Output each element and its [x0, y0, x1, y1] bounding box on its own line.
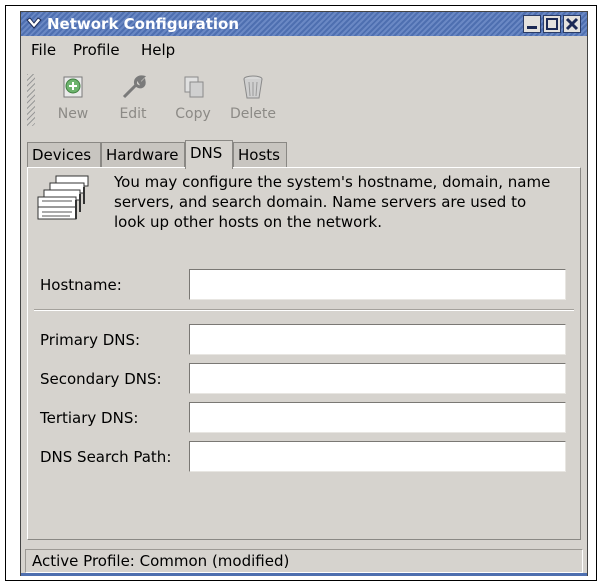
hostname-label: Hostname: [40, 276, 122, 294]
delete-button[interactable]: Delete [227, 72, 279, 122]
tab-dns[interactable]: DNS [185, 140, 233, 169]
trash-icon [243, 75, 263, 99]
edit-button[interactable]: Edit [107, 72, 159, 122]
window-bottom-border [21, 573, 587, 576]
toolbar: New Edit Copy Delete [21, 68, 587, 132]
minimize-icon [527, 26, 537, 29]
dns-info-text: You may configure the system's hostname,… [114, 173, 551, 231]
search-path-label: DNS Search Path: [40, 448, 172, 466]
minimize-button[interactable] [523, 15, 541, 33]
menu-profile[interactable]: Profile [73, 41, 120, 59]
delete-label: Delete [230, 106, 276, 122]
address-book-icon [37, 175, 89, 220]
maximize-button[interactable] [543, 15, 561, 33]
separator [34, 309, 574, 311]
new-button[interactable]: New [47, 72, 99, 122]
tab-hardware[interactable]: Hardware [101, 142, 185, 167]
copy-icon [184, 76, 204, 98]
wrench-icon [122, 75, 147, 99]
hostname-input[interactable] [189, 269, 566, 300]
network-configuration-window: Network Configuration File Profile Help … [20, 11, 588, 576]
menu-bar: File Profile Help [21, 36, 587, 66]
secondary-dns-label: Secondary DNS: [40, 370, 162, 388]
tertiary-dns-input[interactable] [189, 402, 566, 433]
close-button[interactable] [563, 15, 581, 33]
tab-hosts[interactable]: Hosts [233, 142, 287, 167]
status-bar: Active Profile: Common (modified) [25, 549, 583, 573]
new-label: New [57, 106, 89, 122]
new-icon [63, 76, 83, 98]
maximize-icon [546, 18, 558, 30]
tab-devices[interactable]: Devices [27, 142, 101, 167]
window-title: Network Configuration [47, 15, 239, 33]
menu-help[interactable]: Help [141, 41, 175, 59]
tertiary-dns-label: Tertiary DNS: [40, 409, 139, 427]
primary-dns-label: Primary DNS: [40, 331, 141, 349]
search-path-input[interactable] [189, 441, 566, 472]
menu-file[interactable]: File [31, 41, 56, 59]
title-bar[interactable]: Network Configuration [21, 12, 587, 36]
edit-label: Edit [119, 106, 147, 122]
primary-dns-input[interactable] [189, 324, 566, 355]
window-menu-icon[interactable] [25, 15, 43, 33]
secondary-dns-input[interactable] [189, 363, 566, 394]
close-icon [565, 17, 579, 31]
toolbar-grip[interactable] [27, 74, 35, 126]
copy-label: Copy [175, 106, 211, 122]
copy-button[interactable]: Copy [167, 72, 219, 122]
dns-panel: You may configure the system's hostname,… [27, 167, 581, 540]
